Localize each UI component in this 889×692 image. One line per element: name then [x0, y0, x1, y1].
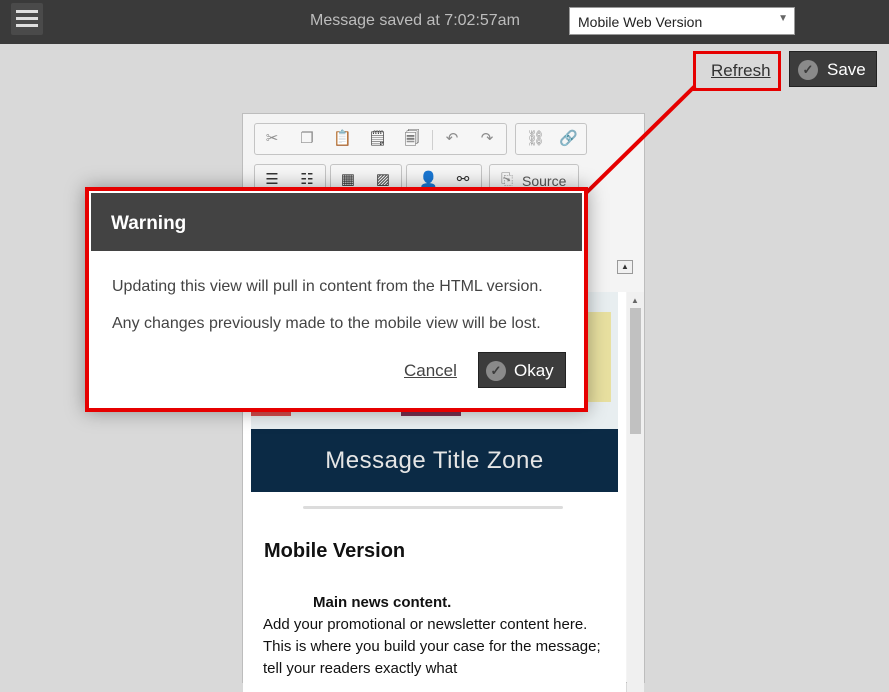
save-status: Message saved at 7:02:57am [310, 12, 520, 29]
dialog-header: Warning [91, 193, 582, 251]
scroll-up-icon[interactable]: ▲ [631, 296, 639, 305]
cancel-link[interactable]: Cancel [404, 361, 457, 381]
refresh-highlight: Refresh [693, 51, 781, 91]
paste-text-icon[interactable]: 🗒 [368, 130, 387, 148]
editor-scrollbar[interactable]: ▲ [627, 292, 644, 692]
copy-icon[interactable]: ❐ [298, 130, 316, 148]
warning-dialog: Warning Updating this view will pull in … [85, 187, 588, 412]
body-text: Add your promotional or newsletter conte… [263, 616, 601, 677]
check-icon: ✓ [798, 60, 818, 80]
chevron-down-icon: ▼ [778, 13, 788, 24]
menu-icon[interactable] [11, 3, 43, 35]
dialog-title: Warning [111, 213, 187, 234]
dialog-message-line2: Any changes previously made to the mobil… [112, 315, 541, 332]
refresh-link[interactable]: Refresh [711, 61, 771, 81]
dialog-message-line1: Updating this view will pull in content … [112, 278, 543, 295]
top-bar: Message saved at 7:02:57am Mobile Web Ve… [0, 0, 889, 44]
toolbar-link-group: ⛓ 🔗 [515, 123, 587, 155]
unlink-icon[interactable]: ⛓ [526, 130, 545, 148]
okay-button[interactable]: ✓ Okay [478, 352, 566, 388]
paste-word-icon[interactable]: 🗐 [403, 130, 421, 148]
collapse-toolbar-icon[interactable]: ▲ [617, 260, 633, 274]
save-button[interactable]: ✓ Save [789, 51, 877, 87]
message-title-zone: Message Title Zone [251, 429, 618, 492]
cut-icon[interactable]: ✂ [263, 130, 281, 148]
toolbar-separator [432, 130, 433, 150]
undo-icon[interactable]: ↶ [443, 130, 461, 148]
link-icon[interactable]: 🔗 [559, 130, 578, 148]
okay-button-label: Okay [514, 361, 554, 380]
scroll-thumb[interactable] [630, 308, 641, 434]
paste-icon[interactable]: 📋 [333, 130, 352, 148]
check-icon: ✓ [486, 361, 506, 381]
content-divider [303, 506, 563, 509]
content-heading: Mobile Version [264, 540, 406, 562]
save-button-label: Save [827, 60, 866, 79]
view-version-value: Mobile Web Version [578, 14, 703, 30]
main-news-heading: Main news content. [313, 594, 452, 611]
view-version-select[interactable]: Mobile Web Version ▼ [569, 7, 795, 35]
toolbar-clipboard-group: ✂ ❐ 📋 🗒 🗐 ↶ ↷ [254, 123, 507, 155]
redo-icon[interactable]: ↷ [478, 130, 496, 148]
